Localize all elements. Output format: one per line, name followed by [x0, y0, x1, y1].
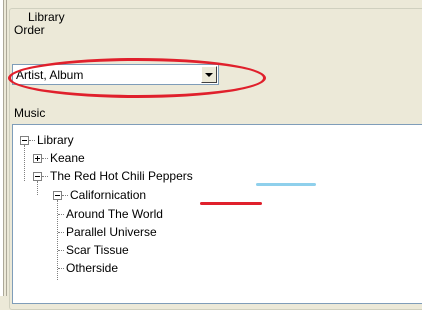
tree-connector: [42, 176, 48, 177]
tree-item-track[interactable]: Around The World: [66, 206, 163, 222]
tree-item-californication[interactable]: Californication: [70, 187, 146, 203]
tree-connector: [42, 158, 48, 159]
red-highlight-ellipse: [8, 58, 266, 98]
collapse-icon[interactable]: [20, 136, 29, 145]
order-label: Order: [14, 23, 45, 37]
red-underline-mark: [200, 202, 262, 205]
tree-item-track[interactable]: Scar Tissue: [66, 242, 129, 258]
music-tree[interactable]: Library Keane The Red Hot Chili Peppers …: [12, 124, 422, 304]
tree-connector: [62, 195, 68, 196]
collapse-icon[interactable]: [33, 172, 42, 181]
tree-item-track[interactable]: Otherside: [66, 260, 118, 276]
tree-item-red-hot-chili-peppers[interactable]: The Red Hot Chili Peppers: [50, 168, 193, 184]
tree-connector: [29, 140, 35, 141]
left-panel-divider: [6, 0, 7, 296]
left-panel-edge: [0, 0, 4, 296]
tree-item-track[interactable]: Parallel Universe: [66, 224, 157, 240]
expand-icon[interactable]: [33, 154, 42, 163]
blue-underline-mark: [256, 183, 316, 186]
library-groupbox-title: Library: [26, 10, 67, 24]
collapse-icon[interactable]: [53, 191, 62, 200]
tree-item-library[interactable]: Library: [37, 132, 74, 148]
tree-connector: [37, 181, 38, 195]
tree-connector: [58, 232, 64, 233]
tree-connector: [24, 145, 25, 181]
tree-connector: [58, 268, 64, 269]
tree-item-keane[interactable]: Keane: [50, 150, 85, 166]
music-label: Music: [14, 106, 46, 120]
tree-connector: [58, 214, 64, 215]
tree-connector: [58, 250, 64, 251]
